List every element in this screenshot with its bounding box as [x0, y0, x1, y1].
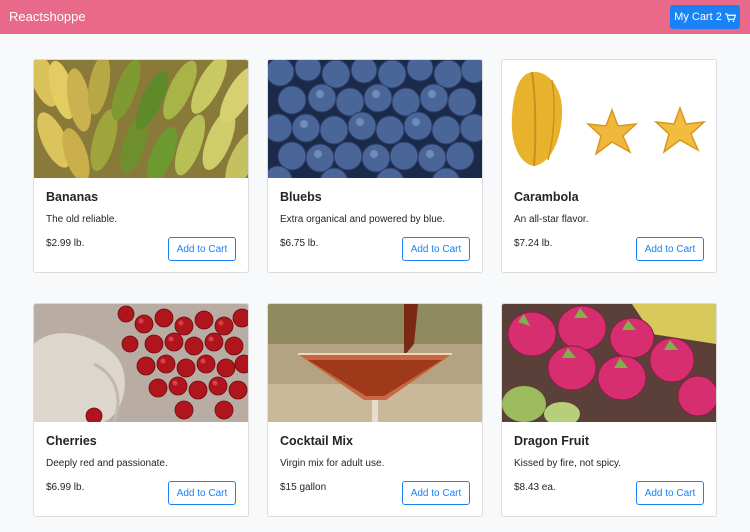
add-to-cart-button[interactable]: Add to Cart — [168, 237, 236, 261]
product-card: Cocktail Mix Virgin mix for adult use. $… — [267, 303, 483, 517]
add-to-cart-button[interactable]: Add to Cart — [636, 237, 704, 261]
product-card: Carambola An all-star flavor. $7.24 lb. … — [501, 59, 717, 273]
product-name: Carambola — [514, 190, 579, 204]
navbar: Reactshoppe My Cart 2 — [0, 0, 750, 34]
product-image-carambola — [502, 60, 716, 178]
product-price: $8.43 ea. — [514, 482, 556, 493]
product-image-cocktail-mix — [268, 304, 482, 422]
product-name: Bluebs — [280, 190, 322, 204]
product-card: Bluebs Extra organical and powered by bl… — [267, 59, 483, 273]
add-to-cart-button[interactable]: Add to Cart — [402, 237, 470, 261]
product-name: Cherries — [46, 434, 97, 448]
add-to-cart-button[interactable]: Add to Cart — [636, 481, 704, 505]
product-name: Bananas — [46, 190, 99, 204]
product-price: $2.99 lb. — [46, 238, 85, 249]
product-description: Kissed by fire, not spicy. — [514, 458, 622, 469]
brand-logo[interactable]: Reactshoppe — [9, 9, 86, 24]
product-price: $6.75 lb. — [280, 238, 319, 249]
product-description: Virgin mix for adult use. — [280, 458, 385, 469]
product-price: $7.24 lb. — [514, 238, 553, 249]
product-card: Cherries Deeply red and passionate. $6.9… — [33, 303, 249, 517]
add-to-cart-button[interactable]: Add to Cart — [168, 481, 236, 505]
product-name: Cocktail Mix — [280, 434, 353, 448]
product-description: An all-star flavor. — [514, 214, 589, 225]
product-price: $6.99 lb. — [46, 482, 85, 493]
product-image-bananas — [34, 60, 248, 178]
product-description: The old reliable. — [46, 214, 118, 225]
my-cart-label: My Cart 2 — [674, 11, 722, 23]
product-description: Deeply red and passionate. — [46, 458, 168, 469]
product-card: Bananas The old reliable. $2.99 lb. Add … — [33, 59, 249, 273]
product-image-cherries — [34, 304, 248, 422]
product-card: Dragon Fruit Kissed by fire, not spicy. … — [501, 303, 717, 517]
my-cart-button[interactable]: My Cart 2 — [670, 5, 740, 29]
shopping-cart-icon — [724, 12, 736, 22]
product-image-dragon-fruit — [502, 304, 716, 422]
add-to-cart-button[interactable]: Add to Cart — [402, 481, 470, 505]
product-description: Extra organical and powered by blue. — [280, 214, 446, 225]
product-image-bluebs — [268, 60, 482, 178]
product-price: $15 gallon — [280, 482, 327, 493]
product-name: Dragon Fruit — [514, 434, 589, 448]
